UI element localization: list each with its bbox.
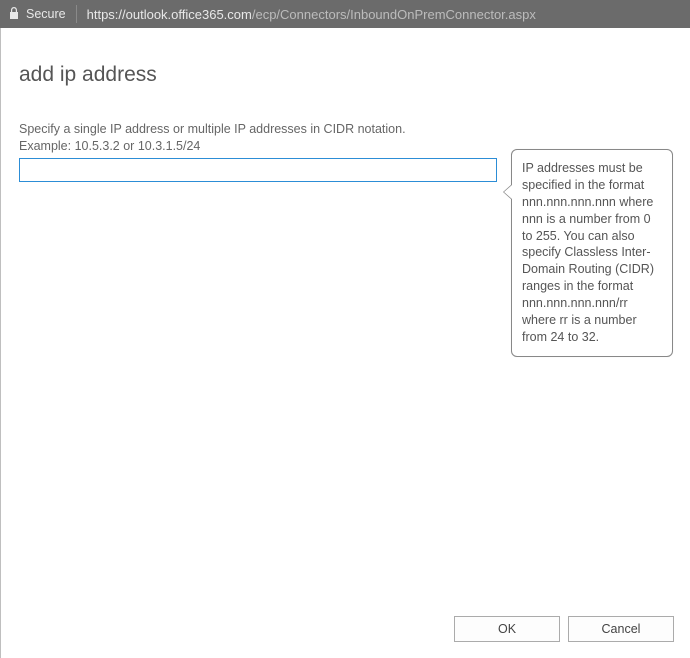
cancel-button[interactable]: Cancel — [568, 616, 674, 642]
lock-icon — [8, 6, 26, 23]
secure-indicator: Secure — [8, 5, 77, 23]
tooltip-text: IP addresses must be specified in the fo… — [522, 161, 654, 344]
ip-address-input[interactable] — [19, 158, 497, 182]
dialog-page: add ip address Specify a single IP addre… — [0, 28, 690, 658]
url-path: /ecp/Connectors/InboundOnPremConnector.a… — [252, 7, 536, 22]
browser-address-bar: Secure https://outlook.office365.com/ecp… — [0, 0, 690, 28]
url-display: https://outlook.office365.com/ecp/Connec… — [77, 7, 536, 22]
tooltip-pointer-icon — [503, 184, 512, 200]
instruction-text: Specify a single IP address or multiple … — [19, 121, 672, 138]
url-host: https://outlook.office365.com — [87, 7, 252, 22]
dialog-button-row: OK Cancel — [454, 616, 674, 642]
ok-button[interactable]: OK — [454, 616, 560, 642]
dialog-title: add ip address — [19, 63, 672, 87]
help-tooltip: IP addresses must be specified in the fo… — [511, 149, 673, 357]
secure-label: Secure — [26, 7, 66, 21]
